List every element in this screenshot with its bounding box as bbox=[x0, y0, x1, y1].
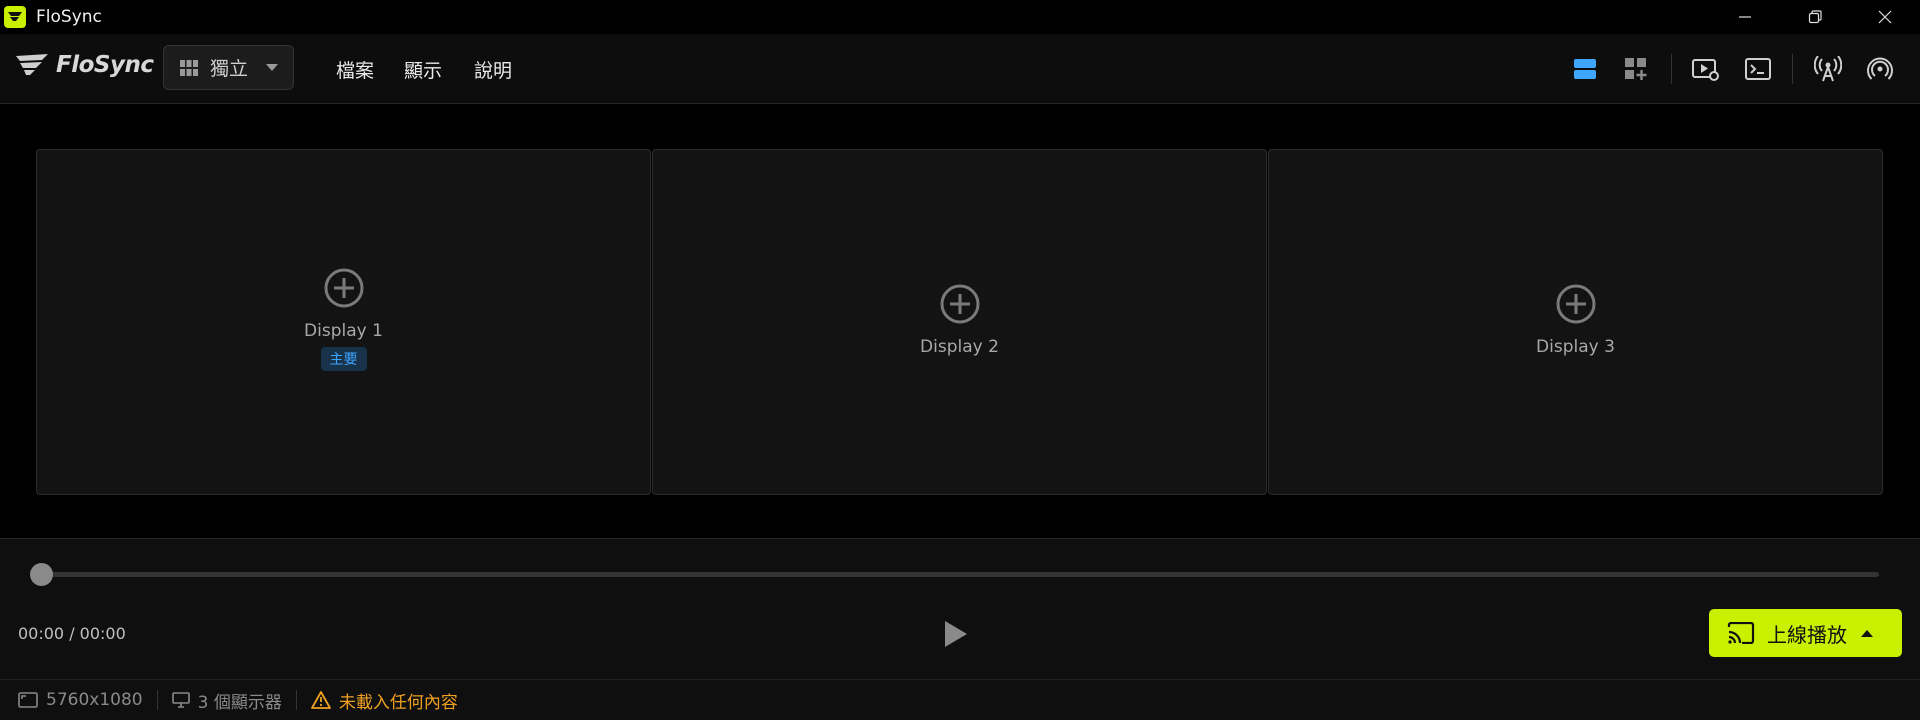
display-label: Display 3 bbox=[1536, 337, 1615, 357]
close-button[interactable] bbox=[1850, 0, 1920, 34]
status-displays: 3 個顯示器 bbox=[171, 688, 282, 713]
monitor-icon bbox=[171, 692, 190, 708]
menu-item-view[interactable]: 顯示 bbox=[404, 56, 442, 83]
add-content-icon[interactable] bbox=[939, 283, 981, 325]
toolbar-divider bbox=[1671, 54, 1672, 84]
display-label: Display 1 bbox=[304, 321, 383, 341]
menu-item-file[interactable]: 檔案 bbox=[336, 56, 374, 83]
display-label: Display 2 bbox=[920, 337, 999, 357]
go-live-label: 上線播放 bbox=[1767, 622, 1847, 647]
mode-dropdown-label: 獨立 bbox=[210, 58, 249, 80]
seek-track[interactable] bbox=[41, 572, 1879, 577]
cast-icon bbox=[1727, 622, 1755, 644]
menu-item-help[interactable]: 說明 bbox=[474, 56, 512, 83]
menu-bar: FloSync 獨立 檔案 顯示 說明 bbox=[0, 34, 1920, 104]
play-settings-button[interactable] bbox=[1688, 51, 1724, 87]
status-resolution: 5760x1080 bbox=[18, 690, 143, 710]
layout-rows-icon bbox=[1574, 59, 1596, 79]
play-settings-icon bbox=[1692, 59, 1719, 81]
brand-name: FloSync bbox=[56, 52, 154, 78]
grid-icon bbox=[180, 59, 198, 76]
warning-icon bbox=[310, 691, 331, 709]
play-icon bbox=[945, 621, 967, 647]
chevron-up-icon bbox=[1861, 630, 1873, 637]
player-panel: 00:00 / 00:00 上線播放 bbox=[0, 538, 1920, 679]
status-bar: 5760x1080 3 個顯示器 未載入任何內容 bbox=[0, 679, 1920, 720]
add-content-icon[interactable] bbox=[1555, 283, 1597, 325]
play-button[interactable] bbox=[940, 615, 972, 653]
window-title: FloSync bbox=[36, 7, 102, 27]
resolution-text: 5760x1080 bbox=[46, 690, 143, 710]
minimize-icon bbox=[1739, 16, 1751, 18]
layout-rows-button[interactable] bbox=[1567, 51, 1603, 87]
resolution-icon bbox=[18, 692, 38, 708]
restore-button[interactable] bbox=[1780, 0, 1850, 34]
terminal-icon bbox=[1745, 58, 1771, 80]
status-warning: 未載入任何內容 bbox=[310, 688, 458, 713]
seek-thumb[interactable] bbox=[30, 563, 53, 586]
status-divider bbox=[295, 690, 297, 710]
toolbar-divider bbox=[1792, 54, 1793, 84]
signal-icon bbox=[1867, 57, 1893, 80]
brand-logo: FloSync bbox=[14, 52, 154, 78]
restore-icon bbox=[1808, 10, 1822, 24]
display-count-text: 3 個顯示器 bbox=[197, 692, 282, 713]
title-bar: FloSync bbox=[0, 0, 1920, 34]
chevron-down-icon bbox=[266, 63, 279, 71]
status-divider bbox=[156, 690, 158, 710]
signal-button[interactable] bbox=[1862, 51, 1898, 87]
add-layout-button[interactable] bbox=[1618, 51, 1654, 87]
go-live-button[interactable]: 上線播放 bbox=[1709, 609, 1902, 657]
mode-dropdown[interactable]: 獨立 bbox=[163, 45, 294, 90]
display-card-2[interactable]: Display 2 bbox=[652, 149, 1267, 495]
primary-badge: 主要 bbox=[320, 347, 367, 371]
window-controls bbox=[1710, 0, 1920, 34]
warning-text: 未載入任何內容 bbox=[338, 692, 458, 713]
flosync-wing-icon bbox=[16, 54, 48, 75]
app-logo-icon bbox=[4, 6, 26, 28]
broadcast-antenna-icon bbox=[1814, 56, 1842, 82]
close-icon bbox=[1878, 10, 1892, 24]
broadcast-button[interactable] bbox=[1810, 51, 1846, 87]
add-content-icon[interactable] bbox=[323, 267, 365, 309]
minimize-button[interactable] bbox=[1710, 0, 1780, 34]
time-display: 00:00 / 00:00 bbox=[18, 624, 126, 643]
display-card-1[interactable]: Display 1 主要 bbox=[36, 149, 651, 495]
display-stage: Display 1 主要 Display 2 Display 3 bbox=[0, 105, 1920, 538]
terminal-button[interactable] bbox=[1740, 51, 1776, 87]
add-layout-icon bbox=[1625, 58, 1647, 80]
display-card-3[interactable]: Display 3 bbox=[1268, 149, 1883, 495]
